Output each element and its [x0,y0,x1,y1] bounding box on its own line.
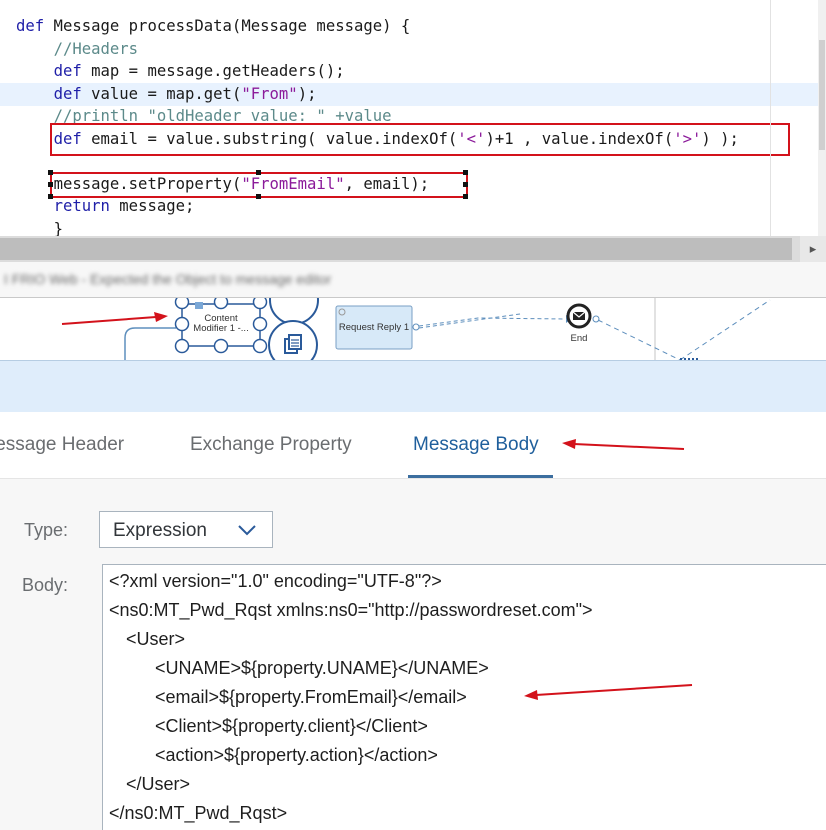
code-line-9[interactable]: return message; [0,195,818,218]
annotation-arrow [524,684,693,700]
resize-handle[interactable] [48,182,53,187]
editor-horizontal-scrollbar[interactable]: ▸ [0,236,826,262]
body-textarea[interactable]: <?xml version="1.0" encoding="UTF-8"?> <… [102,564,826,830]
annotation-arrow [562,439,685,450]
editor-margin-line [770,0,771,236]
canvas-lane [0,360,826,412]
code-line-2[interactable]: //Headers [0,38,818,61]
blurred-message: I FRIO Web - Expected the Object to mess… [4,271,332,287]
blurred-status-strip: I FRIO Web - Expected the Object to mess… [0,262,826,298]
editor-vertical-scroll-thumb[interactable] [819,40,825,150]
tab-message-header[interactable]: lessage Header [0,434,124,456]
body-line: <email>${property.FromEmail}</email> [155,687,467,707]
email-line-highlight [50,123,790,156]
body-line: <ns0:MT_Pwd_Rqst xmlns:ns0="http://passw… [109,600,593,620]
resize-handle[interactable] [463,194,468,199]
chevron-down-icon [238,525,256,536]
body-line: </ns0:MT_Pwd_Rqst> [109,803,288,823]
code-line-1[interactable]: def Message processData(Message message)… [0,15,818,38]
content-modifier-label-2: Modifier 1 -... [193,323,248,334]
horizontal-scroll-thumb[interactable] [0,238,792,260]
resize-handle[interactable] [48,194,53,199]
body-label: Body: [22,575,69,595]
resize-handle[interactable] [256,194,261,199]
resize-handle[interactable] [256,170,261,175]
type-select-value: Expression [113,520,207,541]
resize-handle[interactable] [463,170,468,175]
body-line: </User> [126,774,191,794]
resize-handle[interactable] [48,170,53,175]
code-line-10[interactable]: } [0,218,818,236]
type-select[interactable]: Expression [99,511,273,548]
end-label: End [571,333,588,344]
script-code-editor[interactable]: def Message processData(Message message)… [0,0,826,236]
tab-exchange-property[interactable]: Exchange Property [190,434,352,456]
resize-handle[interactable] [463,182,468,187]
iflow-canvas[interactable]: Content Modifier 1 -... Request Reply 1 … [0,298,826,360]
type-label: Type: [24,520,69,540]
body-line: <UNAME>${property.UNAME}</UNAME> [155,658,489,678]
body-line: <?xml version="1.0" encoding="UTF-8"?> [109,571,442,591]
properties-tab-bar: lessage Header Exchange Property Message… [0,412,826,479]
code-line-4[interactable]: def value = map.get("From"); [0,83,818,106]
request-reply-label: Request Reply 1 [339,322,409,333]
scroll-right-arrow-icon[interactable]: ▸ [800,236,826,262]
active-tab-indicator [408,475,553,478]
body-line: <Client>${property.client}</Client> [155,716,428,736]
body-line: <action>${property.action}</action> [155,745,438,765]
tab-message-body[interactable]: Message Body [413,434,539,456]
message-body-form: Type: Expression Body: <?xml version="1.… [0,479,826,830]
iflow-diagram: Content Modifier 1 -... Request Reply 1 … [61,298,771,360]
code-line-3[interactable]: def map = message.getHeaders(); [0,60,818,83]
body-line: <User> [126,629,186,649]
